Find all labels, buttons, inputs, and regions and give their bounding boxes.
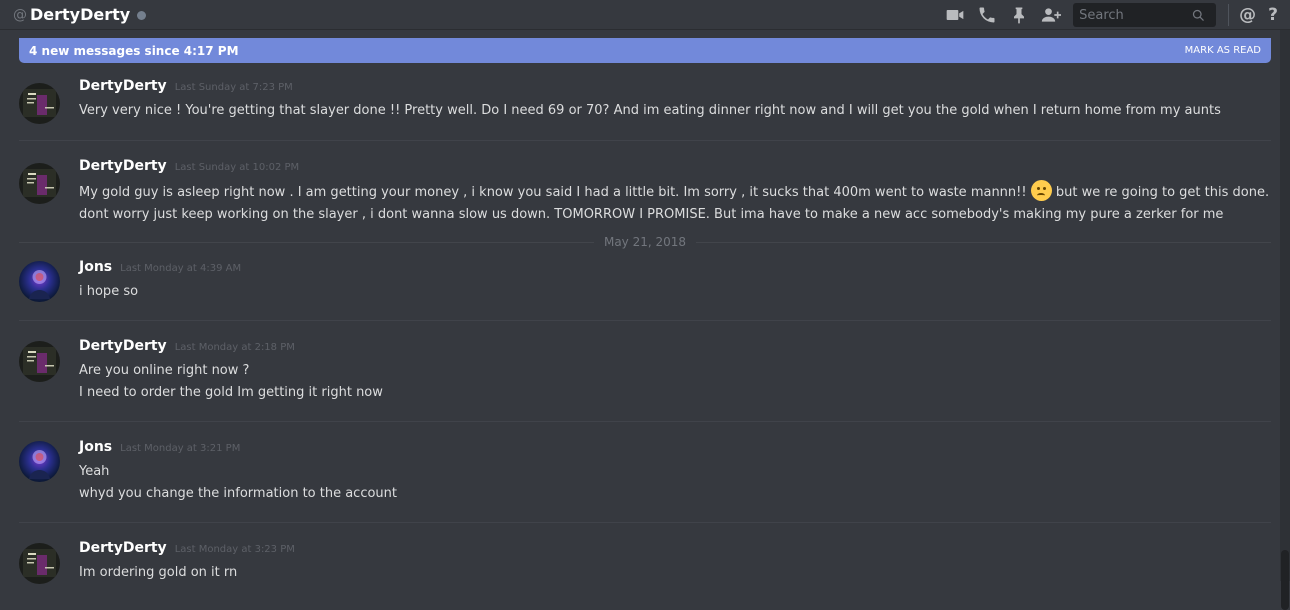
date-divider: May 21, 2018	[19, 235, 1271, 249]
avatar[interactable]	[19, 543, 60, 584]
add-friend-icon[interactable]	[1039, 3, 1063, 27]
timestamp: Last Monday at 3:21 PM	[120, 443, 241, 454]
timestamp: Last Monday at 3:23 PM	[174, 544, 295, 555]
message-header: DertyDerty Last Monday at 2:18 PM	[79, 338, 1280, 360]
mark-as-read-button[interactable]: MARK AS READ	[1185, 45, 1261, 56]
avatar[interactable]	[19, 261, 60, 302]
divider-line	[19, 241, 594, 243]
divider-line	[696, 241, 1271, 243]
username[interactable]: DertyDerty	[79, 338, 167, 354]
timestamp: Last Monday at 2:18 PM	[174, 342, 295, 353]
timestamp: Last Sunday at 10:02 PM	[174, 162, 300, 173]
message: DertyDerty Last Sunday at 7:23 PM Very v…	[0, 78, 1280, 124]
channel-header: @ DertyDerty @ ?	[0, 0, 1290, 30]
status-offline-indicator	[137, 11, 147, 20]
message-divider	[19, 522, 1271, 523]
message-header: Jons Last Monday at 4:39 AM	[79, 259, 1280, 281]
avatar[interactable]	[19, 341, 60, 382]
message-text: Are you online right now ?	[79, 363, 250, 378]
message-text: I need to order the gold Im getting it r…	[79, 385, 383, 400]
username[interactable]: DertyDerty	[79, 158, 167, 174]
date-label: May 21, 2018	[603, 235, 687, 249]
message: Jons Last Monday at 4:39 AM i hope so	[0, 259, 1280, 303]
timestamp: Last Sunday at 7:23 PM	[174, 82, 293, 93]
message-text-part: but we re going to get this done.	[1055, 185, 1270, 200]
search-box[interactable]	[1073, 3, 1217, 27]
username[interactable]: DertyDerty	[79, 540, 167, 556]
message-divider	[19, 421, 1271, 422]
at-icon: @	[13, 6, 27, 23]
username[interactable]: DertyDerty	[79, 78, 167, 94]
worried-face-emoji-icon	[1030, 180, 1052, 201]
username[interactable]: Jons	[79, 259, 112, 275]
scrollbar-thumb[interactable]	[1281, 550, 1289, 610]
scrollbar-track[interactable]	[1280, 30, 1290, 610]
message-text: Very very nice ! You're getting that sla…	[79, 103, 1221, 118]
message: DertyDerty Last Monday at 2:18 PM Are yo…	[0, 338, 1280, 404]
message-divider	[19, 140, 1271, 141]
voice-call-icon[interactable]	[975, 3, 999, 27]
pin-icon[interactable]	[1007, 3, 1031, 27]
new-messages-banner[interactable]: 4 new messages since 4:17 PM MARK AS REA…	[19, 38, 1271, 63]
message-text-part: My gold guy is asleep right now . I am g…	[79, 185, 1027, 200]
search-icon	[1193, 9, 1205, 21]
message: DertyDerty Last Sunday at 10:02 PM My go…	[0, 158, 1280, 226]
mentions-button[interactable]: @	[1239, 5, 1256, 25]
search-input[interactable]	[1079, 7, 1192, 23]
avatar[interactable]	[19, 163, 60, 204]
message-header: DertyDerty Last Sunday at 10:02 PM	[79, 158, 1280, 180]
message-text: dont worry just keep working on the slay…	[79, 207, 1224, 222]
help-button[interactable]: ?	[1268, 5, 1278, 25]
channel-name: DertyDerty	[30, 5, 131, 24]
avatar[interactable]	[19, 83, 60, 124]
header-toolbar: @ ?	[943, 0, 1290, 30]
message-text: i hope so	[79, 284, 139, 299]
message-header: Jons Last Monday at 3:21 PM	[79, 439, 1280, 461]
username[interactable]: Jons	[79, 439, 112, 455]
message-text: My gold guy is asleep right now . I am g…	[79, 180, 1280, 204]
message-header: DertyDerty Last Sunday at 7:23 PM	[79, 78, 1280, 100]
toolbar-divider	[1228, 4, 1230, 26]
message: DertyDerty Last Monday at 3:23 PM Im ord…	[0, 540, 1280, 584]
message-divider	[19, 320, 1271, 321]
message-text: whyd you change the information to the a…	[79, 486, 398, 501]
message-text: Yeah	[79, 464, 110, 479]
message: Jons Last Monday at 3:21 PM Yeah whyd yo…	[0, 439, 1280, 505]
message-header: DertyDerty Last Monday at 3:23 PM	[79, 540, 1280, 562]
timestamp: Last Monday at 4:39 AM	[120, 263, 242, 274]
new-messages-text: 4 new messages since 4:17 PM	[29, 43, 239, 58]
video-call-icon[interactable]	[943, 3, 967, 27]
avatar[interactable]	[19, 441, 60, 482]
